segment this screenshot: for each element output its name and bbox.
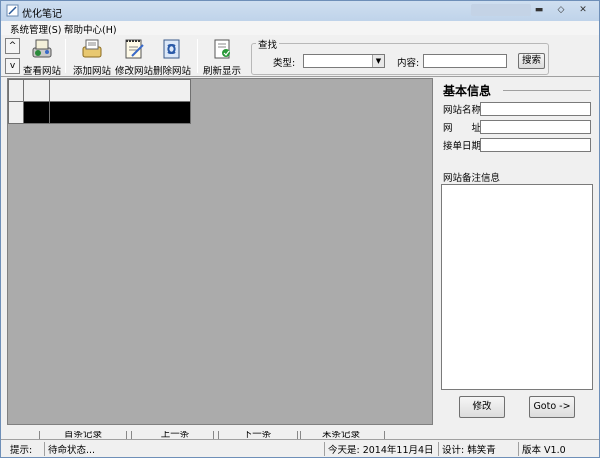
toolbar: ^ v 查看网站 添加网站 修改网站 删除网站 刷新显示 查找 类型: ▼ 内容… — [1, 35, 599, 77]
table-row[interactable] — [8, 101, 191, 124]
status-designer: 设计: 韩笑青 — [439, 442, 519, 456]
edit-icon — [125, 39, 144, 59]
site-url-field[interactable] — [480, 120, 591, 134]
site-name-label: 网站名称 — [443, 105, 482, 116]
notes-label: 网站备注信息 — [443, 173, 501, 184]
delete-icon — [163, 39, 180, 59]
status-tip-label: 提示: — [7, 442, 45, 456]
app-window: 优化笔记 ▬ ◇ ✕ 系统管理(S) 帮助中心(H) ^ v 查看网站 添加网站… — [0, 0, 600, 458]
refresh-icon — [214, 39, 230, 59]
menu-bar: 系统管理(S) 帮助中心(H) — [1, 21, 599, 36]
chevron-down-icon[interactable]: ▼ — [372, 55, 384, 67]
type-select[interactable]: ▼ — [303, 54, 385, 68]
info-panel: 基本信息 网站名称 网 址 接单日期 网站备注信息 修改 Goto -> — [435, 78, 597, 425]
close-icon[interactable]: ✕ — [575, 3, 591, 17]
delete-site-label: 删除网站 — [152, 66, 191, 77]
grid-header-row — [8, 79, 191, 102]
content-label: 内容: — [397, 58, 420, 69]
status-tip-value: 待命状态... — [45, 442, 325, 456]
grid-column-header[interactable] — [49, 79, 191, 102]
maximize-icon[interactable]: ◇ — [553, 3, 569, 17]
title-bar-blurred-region — [471, 4, 531, 16]
refresh-label: 刷新显示 — [202, 66, 241, 77]
site-name-field[interactable] — [480, 102, 591, 116]
status-date: 今天是: 2014年11月4日 — [325, 442, 439, 456]
divider — [503, 90, 591, 91]
data-grid[interactable] — [7, 78, 433, 425]
status-bar: 提示: 待命状态... 今天是: 2014年11月4日 设计: 韩笑青 版本 V… — [1, 439, 599, 457]
view-icon — [32, 39, 52, 58]
grid-column-header[interactable] — [23, 79, 50, 102]
grid-cell-selected[interactable] — [49, 101, 191, 124]
site-url-label: 网 址 — [443, 123, 482, 134]
order-date-field[interactable] — [480, 138, 591, 152]
title-bar[interactable]: 优化笔记 ▬ ◇ ✕ — [1, 1, 599, 21]
minimize-icon[interactable]: ▬ — [531, 3, 547, 17]
info-panel-title: 基本信息 — [443, 84, 492, 98]
window-title: 优化笔记 — [22, 9, 62, 20]
order-date-label: 接单日期 — [443, 141, 482, 152]
notes-textarea[interactable] — [441, 184, 593, 390]
refresh-button[interactable]: 刷新显示 — [198, 37, 246, 77]
goto-button[interactable]: Goto -> — [529, 396, 575, 418]
delete-site-button[interactable]: 删除网站 — [148, 37, 196, 77]
view-site-button[interactable]: 查看网站 — [18, 37, 66, 77]
search-group: 查找 类型: ▼ 内容: 搜索 — [251, 37, 549, 75]
add-icon — [82, 39, 102, 58]
add-site-button[interactable]: 添加网站 — [68, 37, 116, 77]
grid-corner-cell[interactable] — [8, 79, 24, 102]
menu-system[interactable]: 系统管理(S) — [10, 22, 61, 36]
search-input[interactable] — [423, 54, 507, 68]
grid-row-indicator[interactable] — [8, 101, 24, 124]
search-button[interactable]: 搜索 — [518, 53, 545, 69]
add-site-label: 添加网站 — [72, 66, 111, 77]
menu-help[interactable]: 帮助中心(H) — [64, 22, 117, 36]
type-label: 类型: — [273, 58, 296, 69]
toolbar-separator — [65, 39, 66, 73]
view-site-label: 查看网站 — [22, 66, 61, 77]
status-version: 版本 V1.0 — [522, 445, 566, 456]
grid-table — [8, 79, 191, 124]
app-icon — [6, 4, 19, 17]
edit-button[interactable]: 修改 — [459, 396, 505, 418]
grid-cell-selected[interactable] — [23, 101, 50, 124]
search-group-label: 查找 — [256, 37, 280, 51]
